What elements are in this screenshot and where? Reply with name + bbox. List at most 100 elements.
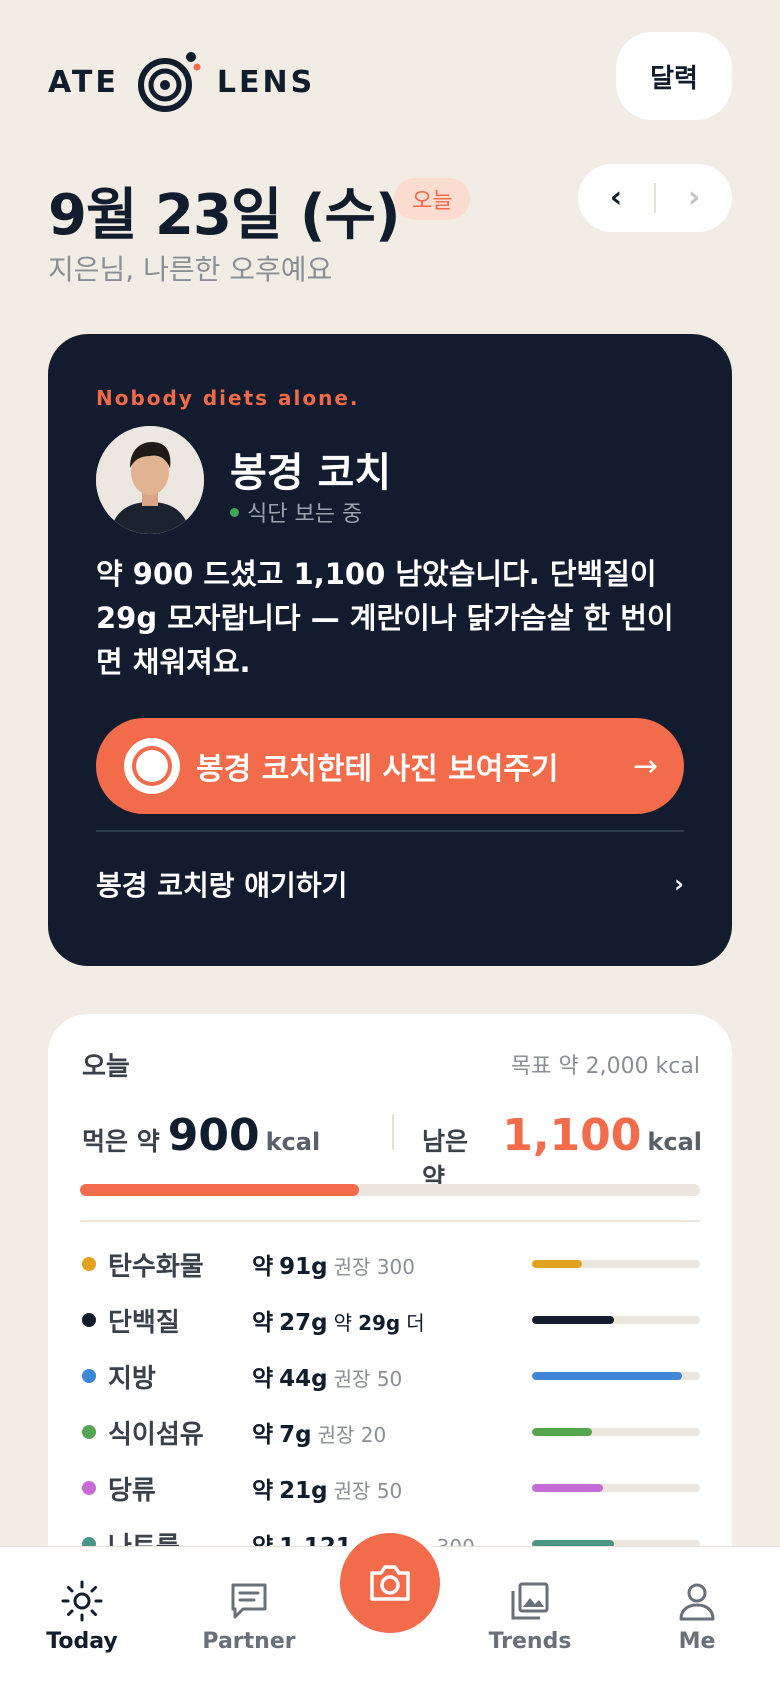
nutrient-recommended: 권장 50 [333, 1367, 403, 1391]
fat-dot [82, 1369, 96, 1383]
nutrient-progress-bar [532, 1484, 700, 1492]
person-icon [679, 1583, 715, 1621]
nutrient-note-suffix: 더 [406, 1311, 425, 1335]
arrow-right-icon: → [632, 748, 658, 784]
show-photo-label: 봉경 코치한테 사진 보여주기 [196, 752, 559, 787]
nutrient-note-prefix: 약 [333, 1311, 353, 1335]
eaten-calories: 먹은 약 900 kcal [82, 1110, 320, 1161]
nutrient-prefix: 약 [252, 1422, 274, 1448]
chevron-right-icon: › [674, 870, 684, 898]
nutrient-progress-fill [532, 1316, 615, 1324]
greeting-text: 지은님, 나른한 오후예요 [48, 253, 333, 286]
app-logo: ATE LENS [48, 52, 315, 112]
calorie-row: 먹은 약 900 kcal 남은 약 1,100 kcal [82, 1110, 702, 1192]
protein-dot [82, 1313, 96, 1327]
nutrient-progress-fill [532, 1484, 603, 1492]
nutrient-name: 지방 [108, 1363, 156, 1394]
nutrient-prefix: 약 [252, 1366, 274, 1392]
remain-unit: kcal [647, 1128, 702, 1156]
coach-message: 약 900 드셨고 1,100 남았습니다. 단백질이 29g 모자랍니다 — … [96, 557, 674, 679]
nutrient-row-fiber: 식이섬유 약 7g 권장 20 [80, 1404, 700, 1460]
nutrient-amount: 91g [279, 1254, 328, 1280]
nutrient-recommended: 권장 20 [317, 1423, 387, 1447]
date-title: 9월 23일 (수) [48, 183, 401, 248]
nutrient-value: 약 21g 권장 50 [252, 1471, 402, 1505]
nutrient-progress-fill [532, 1428, 593, 1436]
tab-partner-label: Partner [202, 1629, 296, 1654]
tab-me-label: Me [678, 1629, 716, 1654]
nutrient-progress-bar [532, 1316, 700, 1324]
sugar-dot [82, 1481, 96, 1495]
tab-today[interactable]: Today [22, 1579, 142, 1654]
nutrient-amount: 44g [279, 1366, 328, 1392]
coach-tagline: Nobody diets alone. [96, 386, 360, 410]
nutrient-name: 식이섬유 [108, 1419, 204, 1450]
nutrient-note-amount: 29g [358, 1311, 401, 1335]
eaten-value: 900 [167, 1110, 260, 1161]
tab-partner[interactable]: Partner [189, 1579, 309, 1654]
coach-status: 식단 보는 중 [230, 496, 362, 528]
summary-title: 오늘 [82, 1052, 130, 1082]
nutrient-recommended: 권장 300 [333, 1255, 415, 1279]
nutrient-name: 당류 [108, 1475, 156, 1506]
prev-day-button[interactable]: ‹ [578, 164, 654, 232]
nutrient-value: 약 27g 약 29g 더 [252, 1303, 425, 1337]
online-status-dot [230, 507, 239, 517]
nutrient-progress-bar [532, 1428, 700, 1436]
tab-me[interactable]: Me [637, 1579, 757, 1654]
nutrient-row-carbs: 탄수화물 약 91g 권장 300 [80, 1236, 700, 1292]
date-navigator: ‹ › [578, 164, 732, 232]
tab-trends[interactable]: Trends [470, 1579, 590, 1654]
nutrient-amount: 21g [279, 1478, 328, 1504]
nutrient-amount: 7g [279, 1422, 312, 1448]
nutrient-progress-fill [532, 1260, 583, 1268]
coach-card: Nobody diets alone. 봉경 코치 식단 보는 중 약 900 … [48, 334, 732, 966]
calorie-progress-bar [80, 1184, 700, 1196]
eaten-prefix: 먹은 약 [82, 1127, 160, 1156]
calendar-button[interactable]: 달력 [616, 32, 732, 120]
coach-name: 봉경 코치 [230, 450, 392, 496]
eaten-unit: kcal [265, 1128, 321, 1156]
logo-text-left: ATE [48, 64, 119, 100]
gallery-icon [511, 1582, 549, 1620]
chat-with-coach-link[interactable]: 봉경 코치랑 얘기하기 › [96, 856, 684, 912]
nutrient-row-fat: 지방 약 44g 권장 50 [80, 1348, 700, 1404]
nutrient-name: 단백질 [108, 1307, 180, 1338]
nutrient-amount: 27g [279, 1310, 328, 1336]
remain-value: 1,100 [502, 1110, 642, 1161]
nutrient-value: 약 7g 권장 20 [252, 1415, 386, 1449]
nutrient-progress-bar [532, 1372, 700, 1380]
nutrient-name: 탄수화물 [108, 1251, 204, 1282]
camera-icon [370, 1565, 410, 1601]
nutrient-prefix: 약 [252, 1478, 274, 1504]
show-photo-button[interactable]: 봉경 코치한테 사진 보여주기 → [96, 718, 684, 814]
chat-link-label: 봉경 코치랑 얘기하기 [96, 869, 348, 902]
sun-icon [61, 1580, 103, 1622]
nutrient-row-sugar: 당류 약 21g 권장 50 [80, 1460, 700, 1516]
date-row: 9월 23일 (수) 오늘 ‹ › [48, 160, 732, 248]
nutrient-row-protein: 단백질 약 27g 약 29g 더 [80, 1292, 700, 1348]
today-badge: 오늘 [394, 178, 471, 220]
lens-logo-icon [133, 47, 203, 117]
nutrient-progress-bar [532, 1260, 700, 1268]
calorie-goal: 목표 약 2,000 kcal [510, 1054, 700, 1079]
nutrient-value: 약 91g 권장 300 [252, 1247, 415, 1281]
nutrient-recommended: 권장 50 [333, 1479, 403, 1503]
calorie-progress-fill [80, 1184, 359, 1196]
camera-button[interactable] [333, 1526, 447, 1640]
chat-bubble-icon [231, 1583, 267, 1619]
fiber-dot [82, 1425, 96, 1439]
coach-card-divider [96, 830, 684, 832]
calorie-divider [392, 1114, 394, 1150]
coach-status-text: 식단 보는 중 [247, 502, 363, 527]
nutrient-prefix: 약 [252, 1254, 274, 1280]
coach-avatar [96, 426, 204, 534]
logo-text-right: LENS [216, 64, 316, 100]
nutrient-list: 탄수화물 약 91g 권장 300 단백질 약 27g 약 29g 더 지방 약… [80, 1236, 700, 1572]
nutrient-progress-fill [532, 1372, 682, 1380]
nutrient-prefix: 약 [252, 1310, 274, 1336]
shutter-icon [124, 738, 180, 794]
carbs-dot [82, 1257, 96, 1271]
next-day-button[interactable]: › [656, 164, 732, 232]
summary-divider [80, 1220, 700, 1222]
